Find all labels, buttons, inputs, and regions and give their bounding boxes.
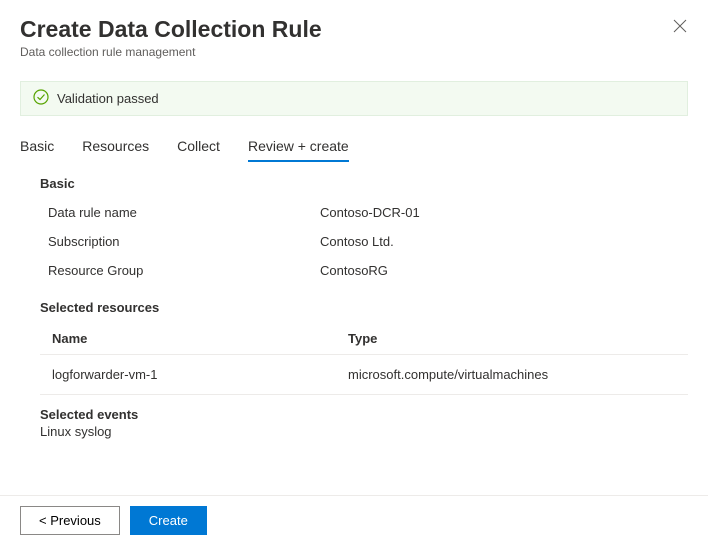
section-resources-heading: Selected resources bbox=[40, 300, 688, 315]
section-events-heading: Selected events bbox=[40, 407, 688, 422]
resources-table: Name Type logforwarder-vm-1 microsoft.co… bbox=[40, 323, 688, 395]
kv-label-data-rule-name: Data rule name bbox=[40, 205, 320, 220]
page-subtitle: Data collection rule management bbox=[20, 45, 688, 59]
section-basic-heading: Basic bbox=[40, 176, 688, 191]
table-header: Name Type bbox=[40, 323, 688, 355]
kv-row: Data rule name Contoso-DCR-01 bbox=[40, 205, 688, 220]
validation-banner: Validation passed bbox=[20, 81, 688, 116]
footer: < Previous Create bbox=[0, 495, 708, 545]
tab-review-create[interactable]: Review + create bbox=[248, 138, 349, 162]
create-button[interactable]: Create bbox=[130, 506, 207, 535]
tab-collect[interactable]: Collect bbox=[177, 138, 220, 162]
close-icon bbox=[673, 19, 687, 33]
tab-resources[interactable]: Resources bbox=[82, 138, 149, 162]
check-circle-icon bbox=[33, 89, 49, 108]
kv-label-resource-group: Resource Group bbox=[40, 263, 320, 278]
kv-row: Subscription Contoso Ltd. bbox=[40, 234, 688, 249]
page-title: Create Data Collection Rule bbox=[20, 16, 688, 43]
cell-resource-type: microsoft.compute/virtualmachines bbox=[348, 367, 688, 382]
col-header-type: Type bbox=[348, 331, 688, 346]
close-button[interactable] bbox=[672, 18, 688, 34]
kv-label-subscription: Subscription bbox=[40, 234, 320, 249]
tab-basic[interactable]: Basic bbox=[20, 138, 54, 162]
kv-value-subscription: Contoso Ltd. bbox=[320, 234, 394, 249]
tabs: Basic Resources Collect Review + create bbox=[20, 138, 688, 162]
cell-resource-name: logforwarder-vm-1 bbox=[52, 367, 348, 382]
events-value: Linux syslog bbox=[40, 424, 688, 439]
kv-value-data-rule-name: Contoso-DCR-01 bbox=[320, 205, 420, 220]
kv-value-resource-group: ContosoRG bbox=[320, 263, 388, 278]
table-row: logforwarder-vm-1 microsoft.compute/virt… bbox=[40, 355, 688, 395]
col-header-name: Name bbox=[52, 331, 348, 346]
kv-row: Resource Group ContosoRG bbox=[40, 263, 688, 278]
validation-message: Validation passed bbox=[57, 91, 159, 106]
previous-button[interactable]: < Previous bbox=[20, 506, 120, 535]
